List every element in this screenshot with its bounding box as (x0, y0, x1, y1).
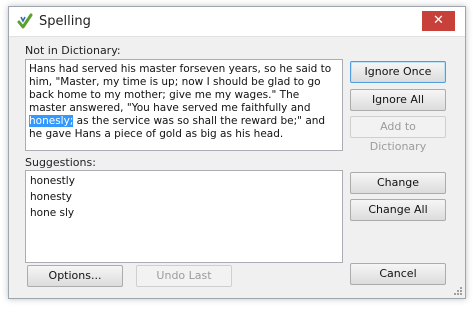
ignore-once-button[interactable]: Ignore Once (350, 61, 446, 83)
add-to-dictionary-button[interactable]: Add to Dictionary (350, 116, 446, 153)
undo-last-button[interactable]: Undo Last (136, 265, 232, 287)
spelling-dialog: Spelling ✕ Not in Dictionary: Hans had s… (8, 6, 466, 299)
resize-grip-icon[interactable] (452, 285, 462, 295)
sentence-before: Hans had served his master forseven year… (29, 63, 332, 114)
sentence-text: Hans had served his master forseven year… (29, 63, 339, 141)
suggestions-label: Suggestions: (25, 156, 96, 169)
suggestion-item[interactable]: hone sly (30, 207, 74, 219)
title-bar: Spelling ✕ (9, 7, 465, 37)
cancel-button[interactable]: Cancel (350, 263, 446, 285)
suggestion-item[interactable]: honesty (30, 191, 72, 203)
close-icon: ✕ (433, 13, 444, 28)
change-all-button[interactable]: Change All (350, 199, 446, 221)
misspelled-word: honesly; (29, 115, 74, 127)
options-button[interactable]: Options... (27, 265, 123, 287)
spelling-check-icon (17, 13, 33, 29)
suggestions-list[interactable]: honestly honesty hone sly (25, 170, 343, 263)
close-button[interactable]: ✕ (422, 11, 455, 31)
not-in-dictionary-label: Not in Dictionary: (25, 44, 121, 57)
sentence-after: as the service was so shall the reward b… (29, 115, 326, 140)
window-title: Spelling (39, 14, 91, 29)
ignore-all-button[interactable]: Ignore All (350, 89, 446, 111)
change-button[interactable]: Change (350, 172, 446, 194)
not-in-dictionary-textbox[interactable]: Hans had served his master forseven year… (25, 59, 343, 151)
suggestion-item[interactable]: honestly (30, 175, 75, 187)
